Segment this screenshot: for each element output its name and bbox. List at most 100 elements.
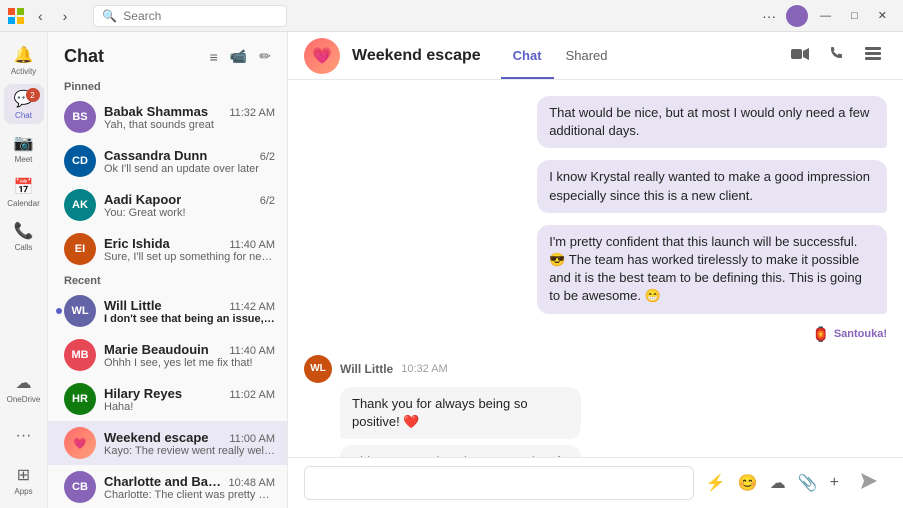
chat-name-babak: Babak Shammas <box>104 104 208 119</box>
more-button[interactable]: ··· <box>756 6 782 26</box>
message-row-will-1: WL Will Little 10:32 AM Thank you for al… <box>304 355 887 458</box>
name-row-aadi: Aadi Kapoor 6/2 <box>104 192 275 207</box>
messages-area: That would be nice, but at most I would … <box>288 80 903 457</box>
nav-item-activity[interactable]: 🔔 Activity <box>4 40 44 80</box>
chat-panel: 💗 Weekend escape Chat Shared <box>288 32 903 508</box>
sender-name-will: Will Little <box>340 362 393 376</box>
tab-shared[interactable]: Shared <box>554 34 620 79</box>
bubble-1: That would be nice, but at most I would … <box>537 96 887 148</box>
chat-time-eric: 11:40 AM <box>229 239 275 251</box>
recent-label: Recent <box>48 271 287 289</box>
chat-item-babak[interactable]: BS Babak Shammas 11:32 AM Yah, that soun… <box>48 95 287 139</box>
compose-input[interactable] <box>304 466 694 500</box>
nav-label-chat: Chat <box>15 111 32 120</box>
chat-info-aadi: Aadi Kapoor 6/2 You: Great work! <box>104 192 275 219</box>
user-avatar[interactable] <box>786 5 808 27</box>
chat-list-header: Chat ≡ 📹 ✏ <box>48 32 287 77</box>
santouka-label: 🏮 Santouka! <box>812 326 887 343</box>
chat-item-aadi[interactable]: AK Aadi Kapoor 6/2 You: Great work! <box>48 183 287 227</box>
name-row-weekend: Weekend escape 11:00 AM <box>104 430 275 445</box>
mention-button[interactable]: 📎 <box>794 469 822 497</box>
attach-cloud-button[interactable]: ☁ <box>766 469 790 497</box>
chat-item-hilary[interactable]: HR Hilary Reyes 11:02 AM Haha! <box>48 377 287 421</box>
filter-button[interactable]: ≡ <box>206 44 222 69</box>
more-options-header-button[interactable] <box>859 42 887 69</box>
chat-info-charlotte: Charlotte and Babak 10:48 AM Charlotte: … <box>104 474 275 501</box>
compose-bar: ⚡ 😊 ☁ 📎 + <box>288 457 903 508</box>
nav-item-onedrive[interactable]: ☁ OneDrive <box>4 368 44 408</box>
title-bar-right: ··· — □ ✕ <box>756 5 895 27</box>
audio-call-header-button[interactable] <box>823 42 851 69</box>
nav-label-calls: Calls <box>15 243 33 252</box>
calls-icon: 📞 <box>14 221 34 241</box>
avatar-marie: MB <box>64 339 96 371</box>
main-layout: 🔔 Activity 2 💬 Chat 📷 Meet 📅 Calendar 📞 … <box>0 32 903 508</box>
nav-label-apps: Apps <box>14 487 32 496</box>
apps-icon: ⊞ <box>17 465 30 485</box>
nav-item-calendar[interactable]: 📅 Calendar <box>4 172 44 212</box>
nav-item-apps[interactable]: ⊞ Apps <box>4 460 44 500</box>
compose-button[interactable]: ✏ <box>255 44 275 69</box>
search-bar[interactable]: 🔍 <box>93 5 287 27</box>
chat-header: 💗 Weekend escape Chat Shared <box>288 32 903 80</box>
chat-item-cassandra[interactable]: CD Cassandra Dunn 6/2 Ok I'll send an up… <box>48 139 287 183</box>
lightning-icon-button[interactable]: ⚡ <box>702 469 730 497</box>
chat-info-cassandra: Cassandra Dunn 6/2 Ok I'll send an updat… <box>104 148 275 175</box>
nav-item-calls[interactable]: 📞 Calls <box>4 216 44 256</box>
nav-forward-button[interactable]: › <box>57 6 74 26</box>
chat-name-aadi: Aadi Kapoor <box>104 192 181 207</box>
chat-info-eric: Eric Ishida 11:40 AM Sure, I'll set up s… <box>104 236 275 263</box>
video-call-header-button[interactable] <box>785 42 815 69</box>
bubble-2: I know Krystal really wanted to make a g… <box>537 160 887 212</box>
left-nav: 🔔 Activity 2 💬 Chat 📷 Meet 📅 Calendar 📞 … <box>0 32 48 508</box>
calendar-icon: 📅 <box>14 177 34 197</box>
chat-item-will[interactable]: WL Will Little 11:42 AM I don't see that… <box>48 289 287 333</box>
tab-chat[interactable]: Chat <box>501 34 554 79</box>
title-bar-left: ‹ › 🔍 <box>8 5 299 27</box>
chat-name-marie: Marie Beaudouin <box>104 342 209 357</box>
name-row-hilary: Hilary Reyes 11:02 AM <box>104 386 275 401</box>
more-options-compose-button[interactable]: + <box>826 470 843 496</box>
pinned-label: Pinned <box>48 77 287 95</box>
chat-name-will: Will Little <box>104 298 162 313</box>
chat-name-hilary: Hilary Reyes <box>104 386 182 401</box>
chat-item-marie[interactable]: MB Marie Beaudouin 11:40 AM Ohhh I see, … <box>48 333 287 377</box>
chat-name-eric: Eric Ishida <box>104 236 170 251</box>
emoji-button[interactable]: 😊 <box>734 469 762 497</box>
sender-avatar-will: WL <box>304 355 332 383</box>
maximize-button[interactable]: □ <box>843 8 866 24</box>
chat-time-weekend: 11:00 AM <box>229 433 275 445</box>
chat-item-weekend[interactable]: 💗 Weekend escape 11:00 AM Kayo: The revi… <box>48 421 287 465</box>
chat-name-cassandra: Cassandra Dunn <box>104 148 207 163</box>
chat-list: Chat ≡ 📹 ✏ Pinned BS Babak Shammas 11:32… <box>48 32 288 508</box>
unread-dot-will <box>56 308 62 314</box>
chat-preview-hilary: Haha! <box>104 401 275 413</box>
activity-icon: 🔔 <box>14 45 34 65</box>
minimize-button[interactable]: — <box>812 8 839 24</box>
chat-items: Pinned BS Babak Shammas 11:32 AM Yah, th… <box>48 77 287 508</box>
nav-item-more[interactable]: ··· <box>4 416 44 456</box>
chat-item-charlotte[interactable]: CB Charlotte and Babak 10:48 AM Charlott… <box>48 465 287 508</box>
nav-item-meet[interactable]: 📷 Meet <box>4 128 44 168</box>
nav-back-button[interactable]: ‹ <box>32 6 49 26</box>
chat-item-eric[interactable]: EI Eric Ishida 11:40 AM Sure, I'll set u… <box>48 227 287 271</box>
search-input[interactable] <box>123 9 278 23</box>
name-row-eric: Eric Ishida 11:40 AM <box>104 236 275 251</box>
avatar-weekend: 💗 <box>64 427 96 459</box>
chat-preview-cassandra: Ok I'll send an update over later <box>104 163 275 175</box>
close-button[interactable]: ✕ <box>870 7 895 24</box>
name-row-cassandra: Cassandra Dunn 6/2 <box>104 148 275 163</box>
avatar-eric: EI <box>64 233 96 265</box>
nav-item-chat[interactable]: 2 💬 Chat <box>4 84 44 124</box>
chat-name-charlotte: Charlotte and Babak <box>104 474 225 489</box>
chat-time-cassandra: 6/2 <box>260 151 275 163</box>
video-call-button[interactable]: 📹 <box>226 44 251 69</box>
chat-preview-babak: Yah, that sounds great <box>104 119 275 131</box>
nav-label-meet: Meet <box>15 155 33 164</box>
chat-preview-charlotte: Charlotte: The client was pretty happy w… <box>104 489 275 501</box>
send-button[interactable] <box>851 467 887 500</box>
avatar-aadi: AK <box>64 189 96 221</box>
message-row-3: I'm pretty confident that this launch wi… <box>304 225 887 314</box>
chat-time-aadi: 6/2 <box>260 195 275 207</box>
nav-label-onedrive: OneDrive <box>7 395 41 404</box>
